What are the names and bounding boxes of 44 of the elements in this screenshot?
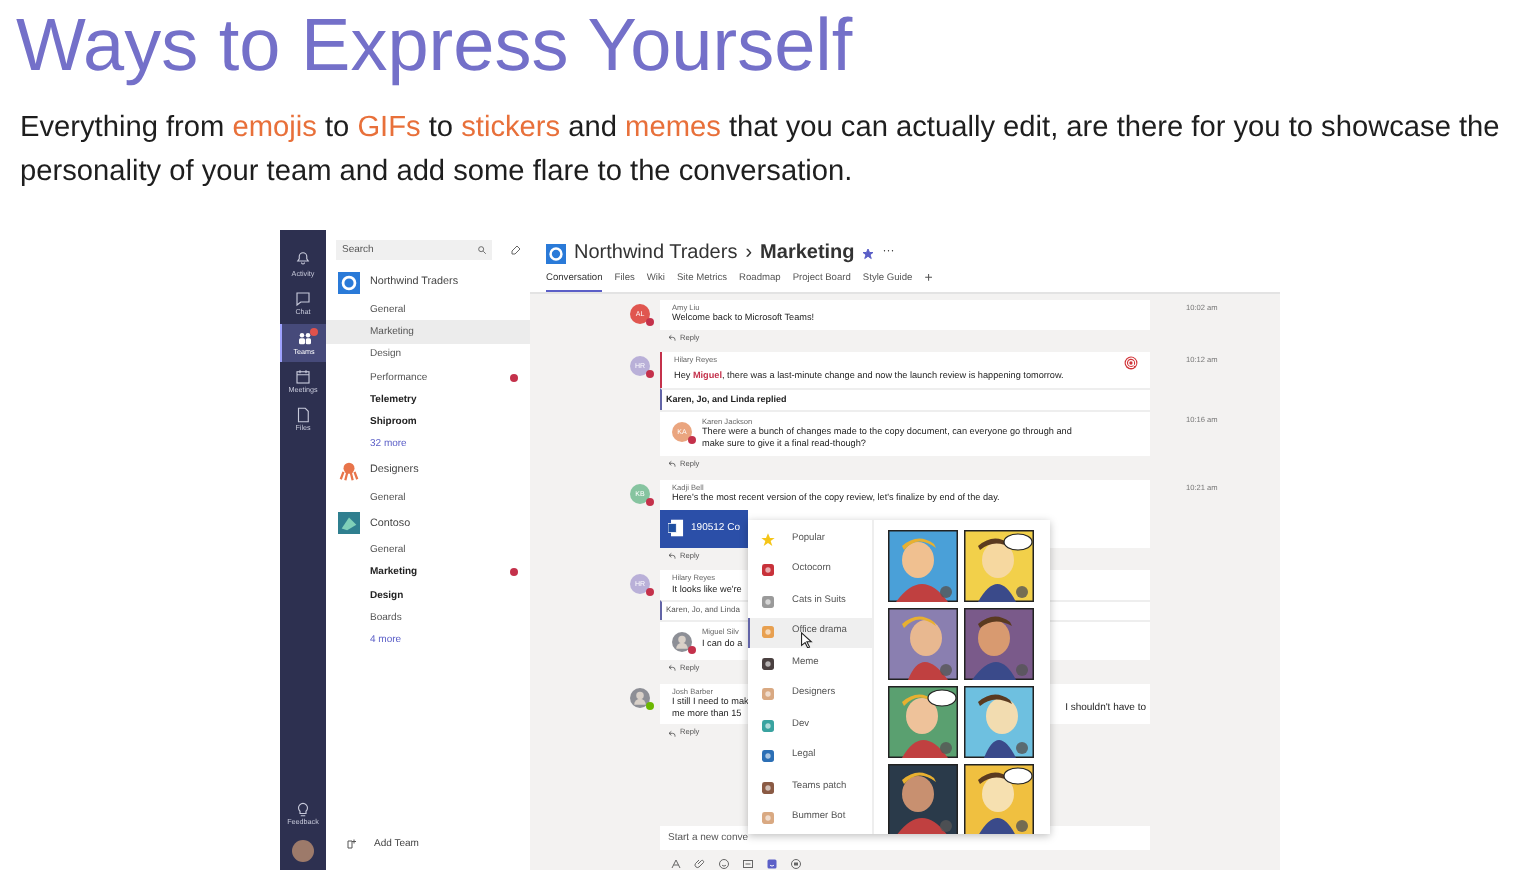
avatar[interactable] (292, 840, 314, 862)
compose-icon[interactable] (510, 244, 522, 256)
sticker-thumbnail-icon (760, 593, 776, 610)
bell-icon (294, 252, 312, 270)
cursor-icon (798, 631, 814, 647)
people-icon (295, 329, 313, 348)
sticker-thumbnail-icon (760, 562, 776, 579)
breadcrumb-separator: › (745, 242, 753, 266)
channel-name: Marketing (760, 242, 855, 266)
reply-arrow-icon (668, 334, 676, 343)
format-icon[interactable] (670, 858, 682, 870)
body-text: Everything from emojis to GIFs to stickers and memes that you can actually edit, are there for you to showcase the (20, 110, 1502, 148)
reply-arrow-icon (668, 460, 676, 469)
sticker-thumbnail-icon (760, 779, 776, 796)
sticker-thumbnail-icon (760, 686, 776, 703)
emoji-icon[interactable] (718, 858, 730, 870)
octopus-icon (338, 460, 360, 483)
sticker-thumbnail-icon (760, 717, 776, 734)
lightbulb-icon (294, 799, 312, 818)
file-icon (294, 406, 312, 425)
search-icon[interactable] (472, 240, 492, 260)
document-icon (668, 518, 684, 539)
paperclip-icon[interactable] (694, 858, 706, 870)
sticker-thumbnail-icon (760, 624, 776, 641)
chat-icon (294, 290, 312, 309)
gif-icon[interactable] (742, 858, 754, 870)
sticker-thumbnail-icon (760, 810, 776, 827)
star-icon[interactable] (862, 248, 875, 260)
reply-arrow-icon (668, 552, 676, 561)
sticker-thumbnail-icon (760, 655, 776, 672)
reply-arrow-icon (668, 729, 676, 738)
sticker-icon[interactable] (766, 858, 778, 870)
reply-arrow-icon (668, 664, 676, 673)
team-logo-icon (546, 244, 566, 264)
team-name: Northwind Traders (574, 242, 738, 266)
sticker-thumbnail-icon (760, 748, 776, 765)
calendar-icon (294, 367, 312, 386)
slide-title: Ways to Express Yourself (14, 2, 855, 82)
add-team-icon[interactable] (346, 838, 358, 850)
team-logo-icon (338, 512, 360, 535)
meet-icon[interactable] (790, 858, 802, 870)
star-icon (760, 531, 776, 548)
team-logo-icon (338, 272, 360, 294)
body-text: personality of your team and add some flare to the conversation. (20, 154, 855, 192)
